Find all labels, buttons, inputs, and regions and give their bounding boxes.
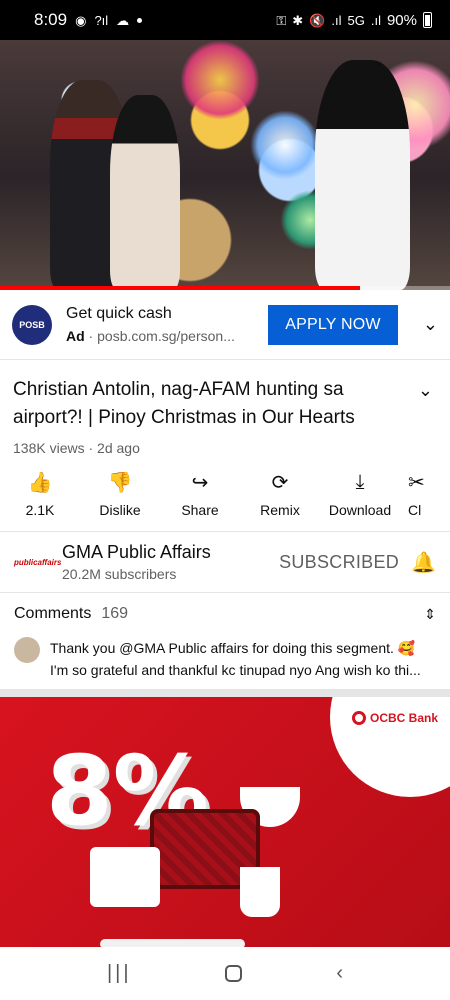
network-type-icon: 5G	[347, 12, 365, 28]
download-icon: ⤓	[355, 470, 365, 493]
remix-button[interactable]: ⟳ Remix	[240, 468, 320, 532]
comments-section[interactable]: Comments 169 ⇕ Thank you @GMA Public aff…	[0, 593, 450, 689]
share-label: Share	[181, 502, 219, 518]
download-label: Download	[328, 502, 392, 518]
bluetooth-icon: ✱	[292, 12, 304, 28]
comments-count: 169	[101, 605, 129, 622]
ocbc-brand: OCBC Bank	[369, 711, 438, 725]
comments-label: Comments	[14, 605, 92, 622]
battery-icon	[423, 12, 432, 28]
top-comment[interactable]: Thank you @GMA Public affairs for doing …	[14, 637, 436, 681]
video-player[interactable]	[0, 40, 450, 290]
grocery-basket-illustration	[90, 847, 160, 907]
dislike-icon: 👎	[107, 471, 133, 494]
ad-label: Ad	[66, 328, 85, 344]
video-title-block[interactable]: Christian Antolin, nag-AFAM hunting sa a…	[13, 376, 433, 456]
ad-text: Get quick cash Ad · posb.com.sg/person..…	[66, 305, 256, 344]
ocbc-banner-ad[interactable]: OCBC Bank 8%	[0, 697, 450, 947]
chevron-down-icon[interactable]: ⌄	[418, 380, 433, 401]
back-icon[interactable]: ‹	[336, 962, 343, 985]
like-icon: 👍	[27, 471, 53, 494]
notification-app-icon: ◉	[75, 12, 87, 28]
recent-apps-icon[interactable]: |||	[107, 962, 132, 985]
lantern-decoration	[250, 110, 320, 180]
comment-text: Thank you @GMA Public affairs for doing …	[50, 637, 434, 681]
remix-icon: ⟳	[271, 471, 289, 494]
banner-caption-pill	[100, 939, 245, 947]
wifi-signal-icon: .ıl	[331, 12, 342, 28]
lantern-decoration	[180, 40, 260, 120]
section-separator	[0, 689, 450, 697]
home-icon[interactable]	[225, 965, 243, 982]
ad-subtitle: Ad · posb.com.sg/person...	[66, 328, 235, 344]
chevron-down-icon[interactable]: ⌄	[423, 314, 438, 335]
subscribed-button[interactable]: SUBSCRIBED	[279, 552, 399, 573]
dislike-button[interactable]: 👎 Dislike	[80, 468, 160, 532]
signal-icon: ?ıl	[94, 12, 109, 28]
more-notifications-icon	[137, 17, 143, 23]
drink-cup-illustration	[240, 867, 280, 917]
remix-label: Remix	[260, 502, 300, 518]
action-bar: 👍 2.1K 👎 Dislike ↪ Share ⟳ Remix ⤓ Downl…	[0, 468, 450, 532]
vpn-key-icon: ⚿	[276, 12, 287, 28]
dislike-label: Dislike	[99, 502, 141, 518]
upload-age: 2d ago	[97, 440, 140, 456]
system-navigation-bar: ||| ‹	[0, 947, 450, 1000]
status-time: 8:09	[34, 10, 68, 29]
share-icon: ↪	[191, 471, 209, 494]
apply-now-button[interactable]: APPLY NOW	[268, 304, 398, 345]
ad-title: Get quick cash	[66, 305, 172, 322]
channel-name[interactable]: GMA Public Affairs	[62, 542, 211, 563]
share-button[interactable]: ↪ Share	[160, 468, 240, 532]
ad-url: posb.com.sg/person...	[97, 328, 235, 344]
like-button[interactable]: 👍 2.1K	[0, 468, 80, 532]
person-figure	[110, 95, 180, 290]
video-meta: 138K views · 2d ago	[13, 440, 140, 456]
clip-icon: ✂	[408, 471, 425, 494]
ocbc-mark-icon	[351, 711, 366, 725]
ocbc-logo: OCBC Bank	[351, 711, 438, 725]
clip-label: Cl	[408, 502, 422, 518]
battery-percent: 90%	[386, 11, 417, 29]
channel-info[interactable]: GMA Public Affairs 20.2M subscribers	[62, 542, 211, 582]
posb-logo: POSB	[12, 304, 52, 345]
commenter-avatar	[14, 637, 40, 663]
comment-line-1: Thank you @GMA Public affairs for doing …	[50, 640, 416, 656]
expand-collapse-icon[interactable]: ⇕	[424, 606, 436, 623]
bell-icon[interactable]: 🔔	[411, 550, 436, 575]
person-figure	[315, 60, 410, 290]
download-button[interactable]: ⤓ Download	[320, 468, 400, 532]
subscriber-count: 20.2M subscribers	[62, 566, 177, 582]
cell-signal-icon: .ıl	[370, 12, 381, 28]
comment-line-2: I'm so grateful and thankful kc tinupad …	[50, 662, 421, 678]
channel-avatar[interactable]: publicaffairs	[14, 558, 61, 567]
mute-icon: 🔇	[309, 12, 326, 28]
video-title[interactable]: Christian Antolin, nag-AFAM hunting sa a…	[13, 376, 398, 432]
status-bar: 8:09 ◉ ?ıl ☁ ⚿ ✱ 🔇 .ıl 5G .ıl 90%	[0, 0, 450, 40]
sponsored-ad[interactable]: POSB Get quick cash Ad · posb.com.sg/per…	[0, 290, 450, 360]
cloud-upload-icon: ☁	[116, 12, 130, 28]
channel-row[interactable]: publicaffairs GMA Public Affairs 20.2M s…	[0, 532, 450, 592]
comments-header[interactable]: Comments 169 ⇕	[14, 605, 436, 623]
like-count: 2.1K	[25, 502, 55, 518]
view-count: 138K views	[13, 440, 85, 456]
clip-button[interactable]: ✂ Cl	[400, 468, 450, 532]
